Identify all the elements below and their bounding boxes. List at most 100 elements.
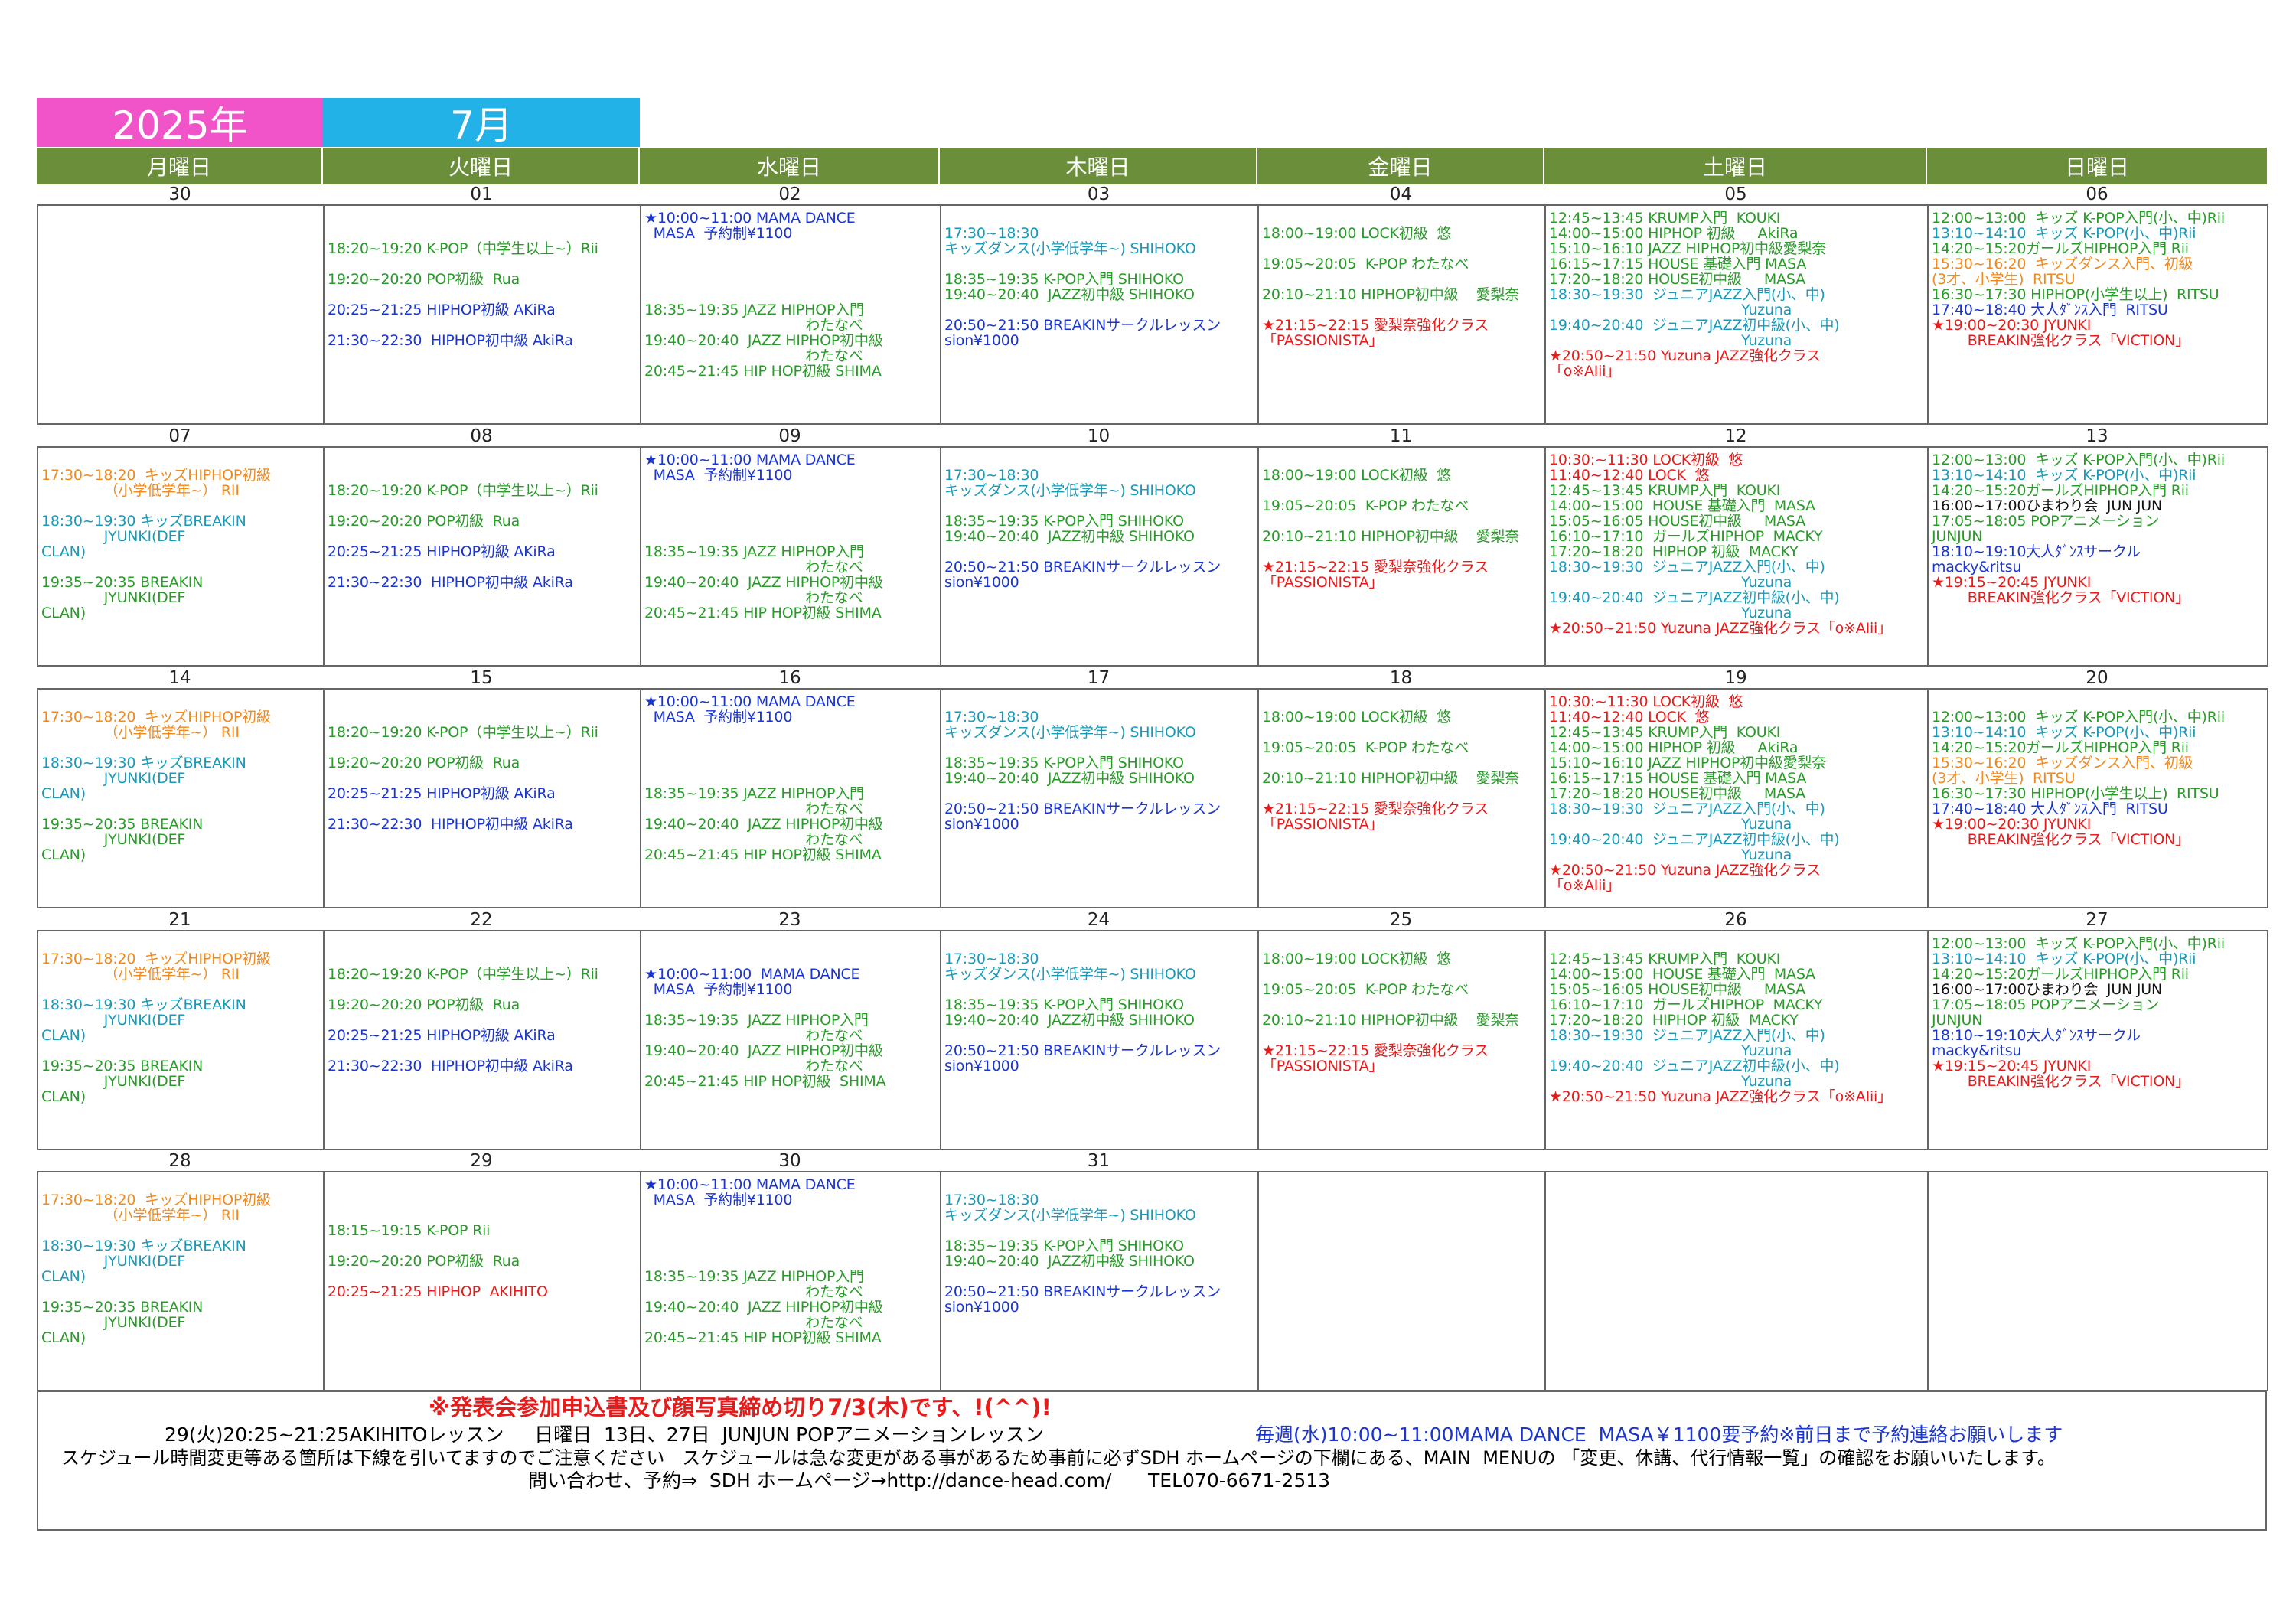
- lesson-line: 18:10~19:10大人ﾀﾞﾝｽサークル: [1932, 543, 2141, 560]
- lesson-line: 12:45~13:45 KRUMP入門 KOUKI: [1549, 482, 1781, 499]
- lesson-line: 「o※AIii」: [1549, 363, 1621, 380]
- lesson-line: 18:30~19:30 ジュニアJAZZ入門(小、中): [1549, 1027, 1825, 1044]
- lesson-line: 19:40~20:40 ジュニアJAZZ初中級(小、中): [1549, 1058, 1840, 1075]
- date-number: 27: [2086, 909, 2108, 930]
- lesson-line: macky&ritsu: [1932, 1042, 2022, 1059]
- date-number: 09: [778, 426, 801, 446]
- lesson-line: 20:45~21:45 HIP HOP初級 SHIMA: [644, 1329, 882, 1346]
- lesson-line: 16:10~17:10 ガールズHIPHOP MACKY: [1549, 996, 1823, 1013]
- lesson-line: JYUNKI(DEF: [41, 1073, 186, 1090]
- lesson-line: 20:25~21:25 HIPHOP初級 AKiRa: [328, 302, 556, 318]
- notes-line-lessons: 29(火)20:25~21:25AKIHITOレッスン 日曜日 13日、27日 …: [165, 1423, 1045, 1446]
- lesson-line: JYUNKI(DEF: [41, 770, 186, 787]
- lesson-line: BREAKIN強化クラス「VICTION」: [1932, 1073, 2190, 1090]
- date-number: 14: [168, 667, 191, 688]
- lesson-line: JUNJUN: [1932, 528, 1983, 545]
- day-cell: 12:00~13:00 キッズ K-POP入門(小、中)Rii 13:10~14:…: [1927, 204, 2268, 425]
- lesson-line: 15:05~16:05 HOUSE初中級 MASA: [1549, 513, 1805, 530]
- date-number: 30: [168, 184, 191, 204]
- lesson-line: MASA 予約制¥1100: [644, 225, 793, 242]
- day-cell: ★10:00~11:00 MAMA DANCE MASA 予約制¥1100 18:…: [640, 1171, 941, 1391]
- lesson-line: Yuzuna: [1549, 1073, 1792, 1090]
- lesson-line: 20:10~21:10 HIPHOP初中級 愛梨奈: [1262, 770, 1520, 787]
- lesson-line: 17:20~18:20 HOUSE初中級 MASA: [1549, 785, 1805, 802]
- date-number: 25: [1389, 909, 1413, 930]
- lesson-line: ★20:50~21:50 Yuzuna JAZZ強化クラス: [1549, 347, 1821, 364]
- date-number: 06: [2086, 184, 2108, 204]
- day-cell: 17:30~18:20 キッズHIPHOP初級 （小学低学年~） RII 18:3…: [37, 930, 325, 1150]
- day-cell: 17:30~18:20 キッズHIPHOP初級 （小学低学年~） RII 18:3…: [37, 1171, 325, 1391]
- lesson-line: BREAKIN強化クラス「VICTION」: [1932, 831, 2190, 848]
- lesson-line: 20:10~21:10 HIPHOP初中級 愛梨奈: [1262, 528, 1520, 545]
- lesson-line: わたなべ: [644, 1283, 863, 1300]
- lesson-line: 15:10~16:10 JAZZ HIPHOP初中級愛梨奈: [1549, 240, 1827, 257]
- lesson-line: 17:30~18:30: [944, 225, 1039, 242]
- lesson-line: 18:35~19:35 JAZZ HIPHOP入門: [644, 785, 864, 802]
- lesson-line: 18:35~19:35 JAZZ HIPHOP入門: [644, 302, 864, 318]
- lesson-line: 18:00~19:00 LOCK初級 悠: [1262, 709, 1451, 726]
- lesson-line: 15:30~16:20 キッズダンス入門、初級: [1932, 256, 2193, 272]
- lesson-line: 21:30~22:30 HIPHOP初中級 AkiRa: [328, 332, 573, 349]
- lesson-line: ★21:15~22:15 愛梨奈強化クラス: [1262, 1042, 1489, 1059]
- lesson-line: CLAN): [41, 605, 86, 621]
- lesson-line: キッズダンス(小学低学年~) SHIHOKO: [944, 482, 1196, 499]
- week-row: 18:20~19:20 K-POP（中学生以上~）Rii 19:20~20:20 …: [37, 204, 2268, 425]
- lesson-line: MASA 予約制¥1100: [644, 1192, 793, 1208]
- lesson-line: 16:15~17:15 HOUSE 基礎入門 MASA: [1549, 770, 1807, 787]
- lesson-line: 19:05~20:05 K-POP わたなべ: [1262, 256, 1469, 272]
- lesson-line: 18:20~19:20 K-POP（中学生以上~）Rii: [328, 724, 598, 741]
- lesson-line: 18:35~19:35 K-POP入門 SHIHOKO: [944, 271, 1184, 288]
- lesson-line: 14:00~15:00 HIPHOP 初級 AkiRa: [1549, 225, 1799, 242]
- lesson-line: sion¥1000: [944, 332, 1019, 349]
- lesson-line: 19:20~20:20 POP初級 Rua: [328, 271, 520, 288]
- lesson-line: 20:25~21:25 HIPHOP初級 AKiRa: [328, 785, 556, 802]
- lesson-line: Yuzuna: [1549, 1042, 1792, 1059]
- lesson-line: BREAKIN強化クラス「VICTION」: [1932, 589, 2190, 606]
- lesson-line: Yuzuna: [1549, 302, 1792, 318]
- lesson-line: macky&ritsu: [1932, 559, 2022, 576]
- lesson-line: (3才、小学生) RITSU: [1932, 770, 2076, 787]
- lesson-line: 「PASSIONISTA」: [1262, 332, 1384, 349]
- weekday-0: 月曜日: [37, 148, 323, 184]
- lesson-line: 19:40~20:40 JAZZ HIPHOP初中級: [644, 1299, 883, 1316]
- lesson-line: 10:30:~11:30 LOCK初級 悠: [1549, 693, 1743, 710]
- lesson-line: ★21:15~22:15 愛梨奈強化クラス: [1262, 317, 1489, 334]
- lesson-line: 19:40~20:40 JAZZ HIPHOP初中級: [644, 1042, 883, 1059]
- date-number: 18: [1389, 667, 1413, 688]
- lesson-line: 18:35~19:35 JAZZ HIPHOP入門: [644, 543, 864, 560]
- weekday-1: 火曜日: [323, 148, 640, 184]
- lesson-line: ★19:15~20:45 JYUNKI: [1932, 574, 2092, 591]
- lesson-line: 19:05~20:05 K-POP わたなべ: [1262, 739, 1469, 756]
- lesson-line: 15:30~16:20 キッズダンス入門、初級: [1932, 755, 2193, 771]
- day-cell: 17:30~18:30 キッズダンス(小学低学年~) SHIHOKO 18:35~1…: [940, 204, 1259, 425]
- date-number: 01: [470, 184, 493, 204]
- lesson-line: 16:30~17:30 HIPHOP(小学生以上) RITSU: [1932, 286, 2219, 303]
- lesson-line: 20:25~21:25 HIPHOP初級 AKiRa: [328, 543, 556, 560]
